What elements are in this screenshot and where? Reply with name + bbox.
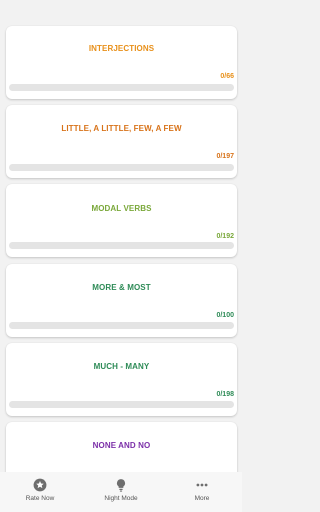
topic-count: 0/100	[216, 312, 234, 319]
topic-title: MORE & MOST	[92, 283, 151, 292]
more-button[interactable]: More	[162, 472, 242, 512]
topic-title: INTERJECTIONS	[88, 44, 155, 53]
progress-bar	[9, 164, 234, 171]
app-screen: INTERJECTIONS 0/66 LITTLE, A LITTLE, FEW…	[0, 0, 242, 512]
topic-card[interactable]: MUCH - MANY 0/198	[6, 343, 237, 416]
progress-bar	[9, 84, 234, 91]
progress-bar	[9, 242, 234, 249]
topic-card[interactable]: NONE AND NO	[6, 422, 237, 472]
topic-card[interactable]: LITTLE, A LITTLE, FEW, A FEW 0/197	[6, 105, 237, 178]
topic-card[interactable]: INTERJECTIONS 0/66	[6, 26, 237, 99]
lightbulb-icon	[116, 479, 126, 492]
more-label: More	[194, 495, 210, 502]
topic-count: 0/198	[216, 391, 234, 398]
bottom-navigation: Rate Now Night Mode More	[0, 472, 242, 512]
more-dots-icon	[196, 483, 208, 487]
progress-bar	[9, 401, 234, 408]
topic-count: 0/197	[216, 153, 234, 160]
topic-list[interactable]: INTERJECTIONS 0/66 LITTLE, A LITTLE, FEW…	[0, 0, 242, 472]
star-icon	[33, 478, 47, 492]
topic-title: LITTLE, A LITTLE, FEW, A FEW	[61, 124, 182, 133]
rate-now-button[interactable]: Rate Now	[0, 472, 80, 512]
rate-now-label: Rate Now	[25, 495, 55, 502]
topic-count: 0/192	[216, 233, 234, 240]
night-mode-label: Night Mode	[104, 495, 138, 502]
progress-bar	[9, 322, 234, 329]
topic-title: MUCH - MANY	[93, 362, 150, 371]
topic-card[interactable]: MORE & MOST 0/100	[6, 264, 237, 337]
topic-count: 0/66	[220, 73, 234, 80]
night-mode-button[interactable]: Night Mode	[81, 472, 161, 512]
topic-card[interactable]: MODAL VERBS 0/192	[6, 184, 237, 257]
topic-title: NONE AND NO	[92, 441, 151, 450]
topic-title: MODAL VERBS	[91, 204, 152, 213]
